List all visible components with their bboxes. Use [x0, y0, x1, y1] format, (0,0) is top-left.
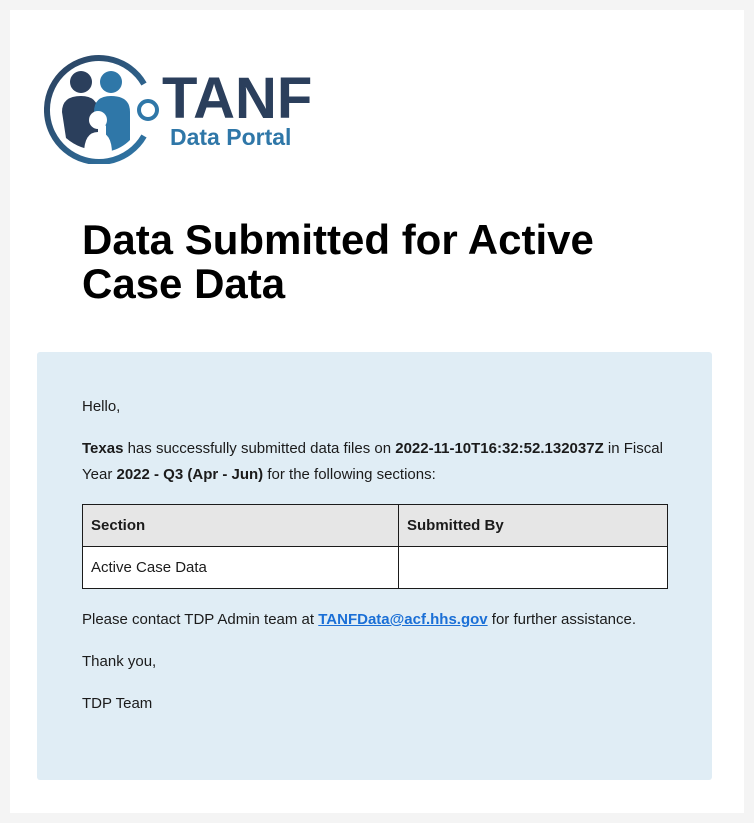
- signature-text: TDP Team: [82, 695, 153, 712]
- fiscal-period: 2022 - Q3 (Apr - Jun): [116, 466, 264, 483]
- summary-text-3: for the following sections:: [263, 466, 436, 483]
- logo-title: TANF: [162, 66, 313, 131]
- table-row: Active Case Data: [82, 546, 668, 589]
- contact-text: Please contact TDP Admin team at TANFDat…: [82, 607, 672, 633]
- header-submitted-by: Submitted By: [398, 504, 668, 547]
- greeting-text: Hello,: [82, 398, 121, 415]
- family-logo-icon: [44, 55, 159, 164]
- message-body: Hello, Texas has successfully submitted …: [82, 394, 672, 717]
- cell-submitted-by: [398, 546, 668, 589]
- stt-name: Texas: [82, 440, 124, 457]
- email-link[interactable]: TANFData@acf.hhs.gov: [318, 611, 487, 628]
- closing-text: Thank you,: [82, 653, 157, 670]
- table-header-row: Section Submitted By: [82, 504, 668, 547]
- tanf-logo: TANF Data Portal: [44, 54, 324, 164]
- header-section: Section: [82, 504, 399, 547]
- summary-text-1: has successfully submitted data files on: [123, 440, 396, 457]
- contact-after: for further assistance.: [487, 611, 637, 628]
- logo-subtitle: Data Portal: [170, 124, 292, 150]
- cell-section: Active Case Data: [82, 546, 399, 589]
- contact-before: Please contact TDP Admin team at: [82, 611, 319, 628]
- sections-table: Section Submitted By Active Case Data: [82, 504, 668, 589]
- message-panel: Hello, Texas has successfully submitted …: [37, 352, 712, 780]
- submission-summary: Texas has successfully submitted data fi…: [82, 436, 672, 488]
- email-card: TANF Data Portal Data Submitted for Acti…: [10, 10, 744, 813]
- page-title: Data Submitted for Active Case Data: [82, 216, 594, 307]
- submission-timestamp: 2022-11-10T16:32:52.132037Z: [395, 440, 604, 457]
